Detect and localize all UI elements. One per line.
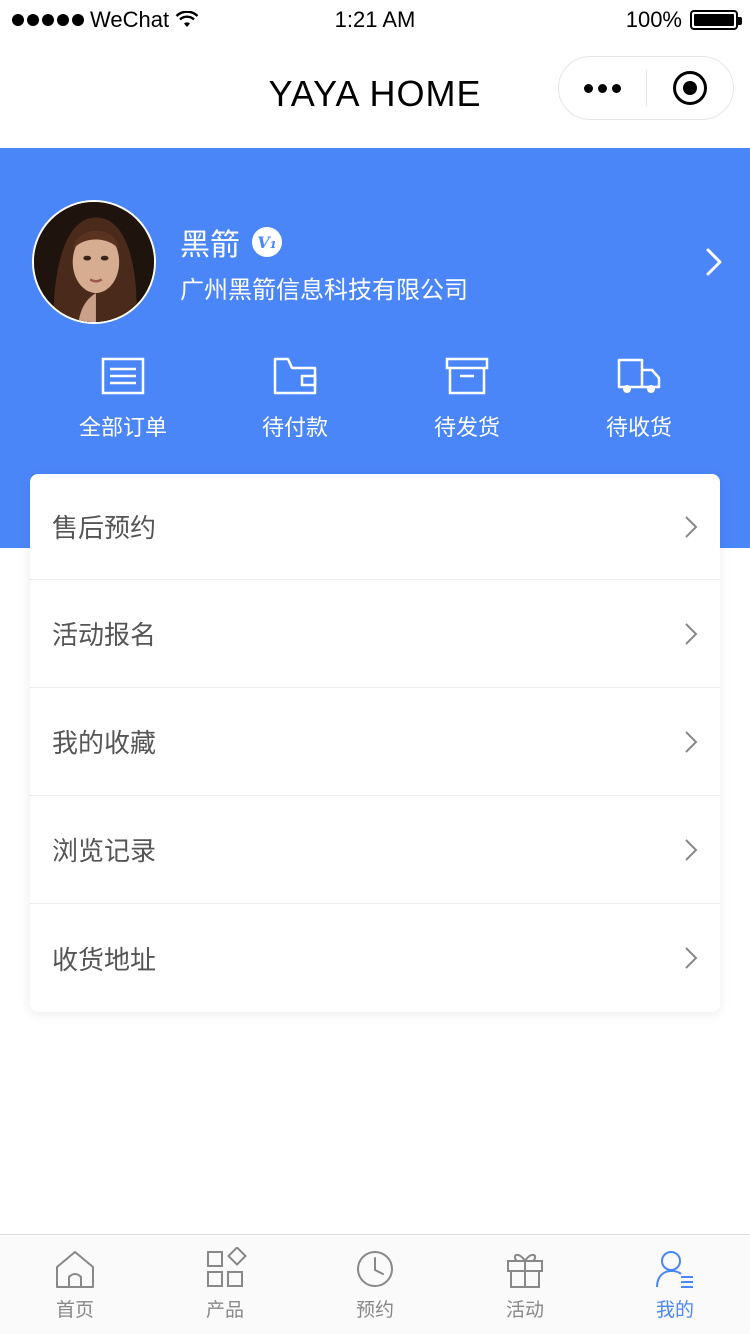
menu-item-history[interactable]: 浏览记录: [30, 796, 720, 904]
menu-item-after-sales[interactable]: 售后预约: [30, 474, 720, 580]
menu-item-label: 活动报名: [52, 621, 157, 651]
clock-icon: [357, 1251, 393, 1287]
tab-events[interactable]: 活动: [450, 1235, 600, 1334]
tab-me[interactable]: 我的: [600, 1235, 750, 1334]
user-icon: [656, 1251, 693, 1288]
chevron-right-icon[interactable]: [706, 248, 722, 276]
carrier-name: WeChat: [90, 7, 170, 32]
tab-booking[interactable]: 预约: [300, 1235, 450, 1334]
battery-icon: [690, 10, 742, 30]
gift-icon: [507, 1254, 543, 1288]
chevron-right-icon: [685, 622, 698, 645]
box-icon: [445, 357, 489, 395]
menu-item-label: 我的收藏: [52, 729, 157, 759]
menu-card: 售后预约 活动报名 我的收藏 浏览记录 收货地址: [30, 474, 720, 1012]
tab-home[interactable]: 首页: [0, 1235, 150, 1334]
tab-label: 活动: [505, 1299, 544, 1321]
order-unshipped-button[interactable]: 待发货: [381, 356, 553, 456]
grid-icon: [207, 1247, 247, 1287]
avatar-portrait: [34, 202, 154, 322]
order-unpaid-label: 待付款: [261, 416, 328, 441]
signal-strength-icon: [12, 14, 84, 26]
menu-item-label: 浏览记录: [52, 837, 157, 867]
chevron-right-icon: [685, 730, 698, 753]
user-name-row: 黑箭 V₁: [180, 220, 282, 264]
tab-bar: 首页 产品 预约 活动 我的: [0, 1234, 750, 1334]
battery-percent: 100%: [625, 7, 682, 32]
order-unpaid-button[interactable]: 待付款: [209, 356, 381, 456]
order-list-icon: [101, 357, 145, 395]
tab-label: 我的: [655, 1299, 694, 1321]
menu-item-label: 售后预约: [52, 514, 157, 544]
home-icon: [56, 1251, 94, 1288]
menu-item-favorites[interactable]: 我的收藏: [30, 688, 720, 796]
order-unshipped-label: 待发货: [433, 416, 500, 441]
chevron-right-icon: [685, 515, 698, 538]
signal-carrier: WeChat: [12, 7, 199, 33]
tab-label: 预约: [355, 1299, 394, 1321]
status-bar: WeChat 1:21 AM 100%: [0, 0, 750, 40]
order-unreceived-label: 待收货: [605, 416, 672, 441]
more-icon[interactable]: [559, 83, 646, 93]
chevron-right-icon: [685, 947, 698, 969]
vip-badge-icon: V₁: [252, 227, 282, 257]
order-all-button[interactable]: 全部订单: [37, 356, 209, 456]
tab-products[interactable]: 产品: [150, 1235, 300, 1334]
user-name: 黑箭: [180, 228, 240, 263]
nav-bar: YAYA HOME: [0, 40, 750, 148]
page-title: YAYA HOME: [268, 73, 482, 114]
tab-label: 首页: [55, 1299, 94, 1321]
menu-item-label: 收货地址: [52, 945, 157, 976]
menu-item-event-signup[interactable]: 活动报名: [30, 580, 720, 688]
menu-item-address[interactable]: 收货地址: [30, 904, 720, 1012]
tab-label: 产品: [205, 1299, 244, 1321]
truck-icon: [617, 358, 661, 393]
avatar[interactable]: [32, 200, 156, 324]
user-company: 广州黑箭信息科技有限公司: [180, 276, 468, 304]
wifi-icon: [175, 11, 199, 27]
target-icon: [672, 71, 707, 105]
chevron-right-icon: [685, 838, 698, 861]
order-shortcuts: 全部订单 待付款 待发货 待收货: [0, 356, 750, 456]
order-unreceived-button[interactable]: 待收货: [553, 356, 725, 456]
mini-program-capsule: [558, 56, 734, 120]
close-program-button[interactable]: [647, 71, 733, 105]
order-all-label: 全部订单: [78, 416, 167, 441]
wallet-icon: [273, 357, 317, 395]
